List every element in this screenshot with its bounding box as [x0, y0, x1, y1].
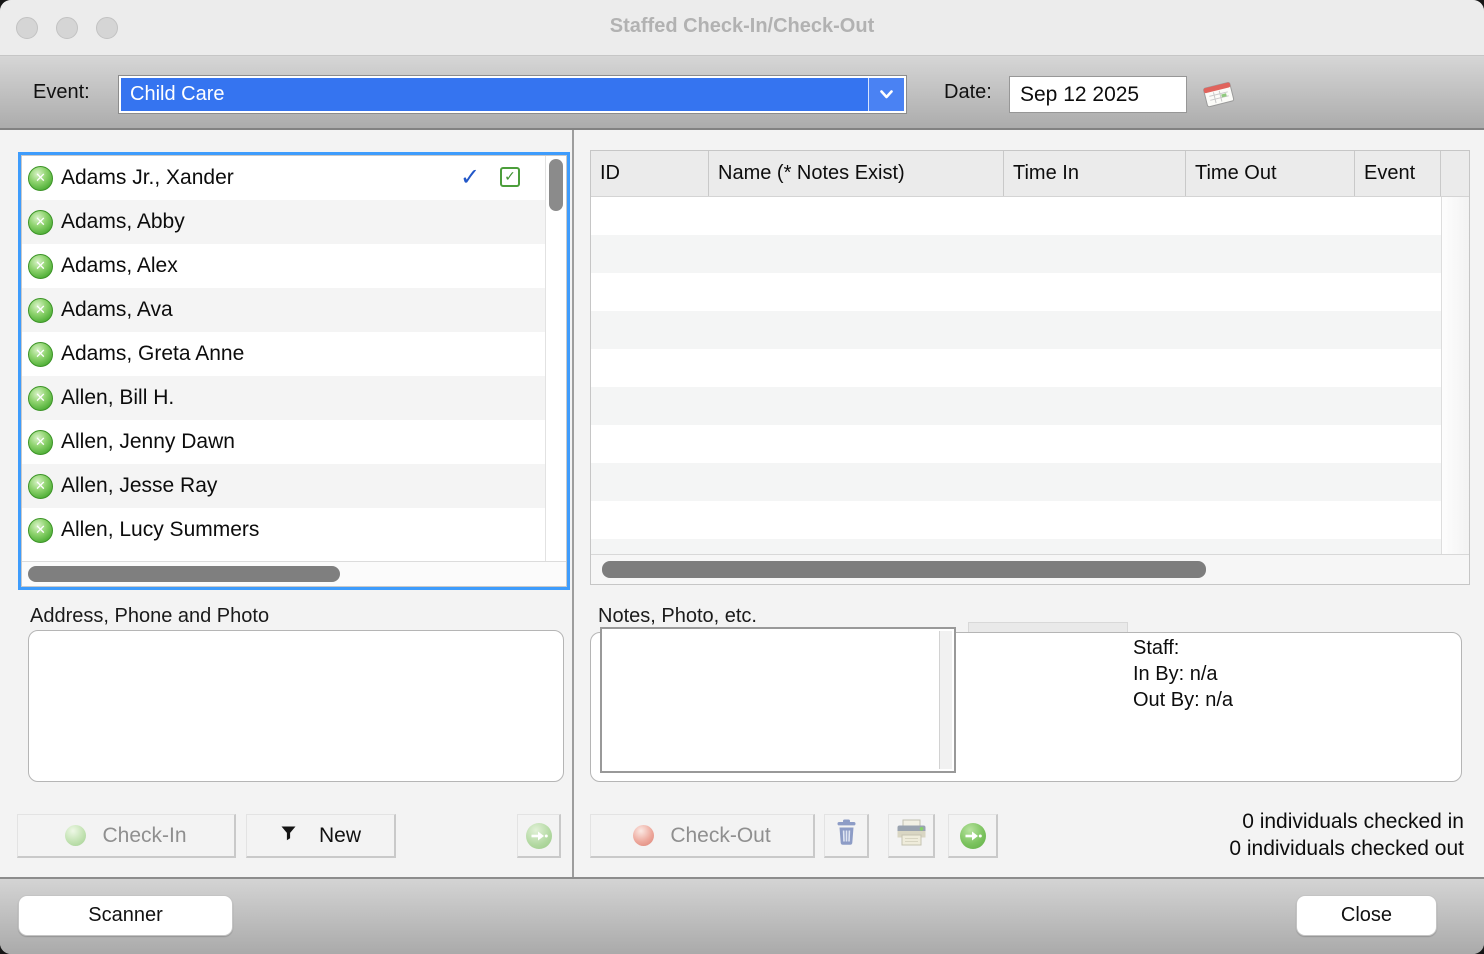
content-area: ✕ Adams Jr., Xander ✓ ✓ ✕ Adams, Abby ✕ … — [0, 130, 1484, 877]
scanner-button[interactable]: Scanner — [18, 895, 233, 936]
event-combobox-value: Child Care — [130, 83, 224, 106]
new-person-button[interactable]: New — [246, 814, 396, 858]
roster-rows: ✕ Adams Jr., Xander ✓ ✓ ✕ Adams, Abby ✕ … — [22, 156, 545, 552]
window-title: Staffed Check-In/Check-Out — [0, 15, 1484, 38]
panel-divider — [572, 130, 574, 877]
event-label: Event: — [33, 81, 90, 104]
person-status-icon: ✕ — [28, 386, 53, 411]
person-status-icon: ✕ — [28, 430, 53, 455]
person-name: Adams Jr., Xander — [61, 166, 234, 190]
column-header[interactable]: Name (* Notes Exist) — [709, 151, 1004, 196]
person-status-icon: ✕ — [28, 518, 53, 543]
notes-section-label: Notes, Photo, etc. — [598, 605, 757, 628]
trash-icon — [835, 819, 858, 852]
column-header[interactable]: Time Out — [1186, 151, 1355, 196]
attendance-horizontal-scrollbar-thumb[interactable] — [602, 561, 1206, 578]
column-header[interactable]: ID — [591, 151, 709, 196]
out-by-value: Out By: n/a — [1133, 687, 1233, 713]
event-combobox[interactable]: Child Care — [118, 75, 907, 114]
calendar-picker-icon[interactable] — [1200, 78, 1238, 112]
list-item[interactable]: ✕ Adams, Abby — [22, 200, 545, 244]
attendance-header: IDName (* Notes Exist)Time InTime OutEve… — [591, 151, 1469, 197]
toolbar: Event: Child Care Date: — [0, 55, 1484, 130]
attendance-body — [591, 197, 1441, 554]
person-status-icon: ✕ — [28, 210, 53, 235]
table-row[interactable] — [591, 539, 1441, 554]
checked-out-count: 0 individuals checked out — [1229, 835, 1464, 862]
person-name: Adams, Greta Anne — [61, 342, 244, 366]
list-item[interactable]: ✕ Adams Jr., Xander ✓ ✓ — [22, 156, 545, 200]
address-phone-photo-panel — [28, 630, 564, 782]
table-row[interactable] — [591, 387, 1441, 425]
notes-scrollbar[interactable] — [939, 631, 952, 769]
table-row[interactable] — [591, 425, 1441, 463]
printer-icon — [896, 819, 927, 853]
delete-record-button[interactable] — [824, 814, 869, 858]
person-status-icon: ✕ — [28, 254, 53, 279]
go-to-checkin-list-button[interactable] — [517, 814, 561, 858]
table-row[interactable] — [591, 273, 1441, 311]
person-status-icon: ✕ — [28, 474, 53, 499]
list-item[interactable]: ✕ Allen, Jenny Dawn — [22, 420, 545, 464]
table-row[interactable] — [591, 501, 1441, 539]
check-out-button[interactable]: Check-Out — [590, 814, 815, 858]
go-to-checkout-list-button[interactable] — [948, 814, 998, 858]
list-item[interactable]: ✕ Allen, Bill H. — [22, 376, 545, 420]
arrow-right-icon — [960, 823, 986, 849]
person-name: Allen, Jenny Dawn — [61, 430, 235, 454]
in-by-value: In By: n/a — [1133, 661, 1233, 687]
table-row[interactable] — [591, 349, 1441, 387]
print-button[interactable] — [888, 814, 935, 858]
roster-vertical-scrollbar[interactable] — [545, 156, 566, 561]
person-name: Allen, Lucy Summers — [61, 518, 259, 542]
person-name: Adams, Ava — [61, 298, 173, 322]
column-header[interactable]: Time In — [1004, 151, 1186, 196]
table-row[interactable] — [591, 235, 1441, 273]
check-out-dot-icon — [633, 825, 654, 846]
person-name: Adams, Abby — [61, 210, 185, 234]
column-header-filler — [1441, 151, 1469, 196]
roster-horizontal-scrollbar-thumb[interactable] — [28, 566, 340, 582]
table-row[interactable] — [591, 311, 1441, 349]
roster-listbox[interactable]: ✕ Adams Jr., Xander ✓ ✓ ✕ Adams, Abby ✕ … — [18, 152, 570, 590]
check-in-button[interactable]: Check-In — [17, 814, 236, 858]
selected-check-icon: ✓ — [460, 163, 480, 192]
staff-info: Staff: In By: n/a Out By: n/a — [1133, 635, 1233, 713]
address-section-label: Address, Phone and Photo — [30, 605, 269, 628]
staff-label: Staff: — [1133, 635, 1233, 661]
list-item[interactable]: ✕ Adams, Ava — [22, 288, 545, 332]
table-row[interactable] — [591, 463, 1441, 501]
close-button[interactable]: Close — [1296, 895, 1437, 936]
person-name: Allen, Jesse Ray — [61, 474, 217, 498]
column-header[interactable]: Event — [1355, 151, 1441, 196]
arrow-right-icon — [526, 823, 552, 849]
roster-vertical-scrollbar-thumb[interactable] — [549, 159, 563, 211]
person-status-icon: ✕ — [28, 342, 53, 367]
roster-horizontal-scrollbar[interactable] — [22, 561, 566, 586]
person-status-icon: ✕ — [28, 298, 53, 323]
date-input[interactable] — [1009, 76, 1187, 113]
attendance-horizontal-scrollbar[interactable] — [591, 554, 1469, 584]
title-bar: Staffed Check-In/Check-Out — [0, 0, 1484, 55]
chevron-down-icon — [868, 78, 904, 111]
check-in-dot-icon — [65, 825, 86, 846]
list-item[interactable]: ✕ Adams, Greta Anne — [22, 332, 545, 376]
status-counts: 0 individuals checked in 0 individuals c… — [1229, 808, 1464, 862]
table-row[interactable] — [591, 197, 1441, 235]
attendance-table: IDName (* Notes Exist)Time InTime OutEve… — [590, 150, 1470, 585]
footer-bar: Scanner Close — [0, 877, 1484, 954]
person-name: Adams, Alex — [61, 254, 178, 278]
date-label: Date: — [944, 81, 992, 104]
person-status-icon: ✕ — [28, 166, 53, 191]
person-name: Allen, Bill H. — [61, 386, 174, 410]
list-item[interactable]: ✕ Allen, Lucy Summers — [22, 508, 545, 552]
checked-in-count: 0 individuals checked in — [1229, 808, 1464, 835]
checked-checkbox-icon[interactable]: ✓ — [500, 167, 520, 187]
filter-funnel-icon — [280, 824, 297, 848]
attendance-vertical-scrollbar[interactable] — [1441, 197, 1469, 554]
notes-textarea[interactable] — [600, 627, 956, 773]
staffed-checkin-window: Staffed Check-In/Check-Out Event: Child … — [0, 0, 1484, 954]
list-item[interactable]: ✕ Allen, Jesse Ray — [22, 464, 545, 508]
list-item[interactable]: ✕ Adams, Alex — [22, 244, 545, 288]
